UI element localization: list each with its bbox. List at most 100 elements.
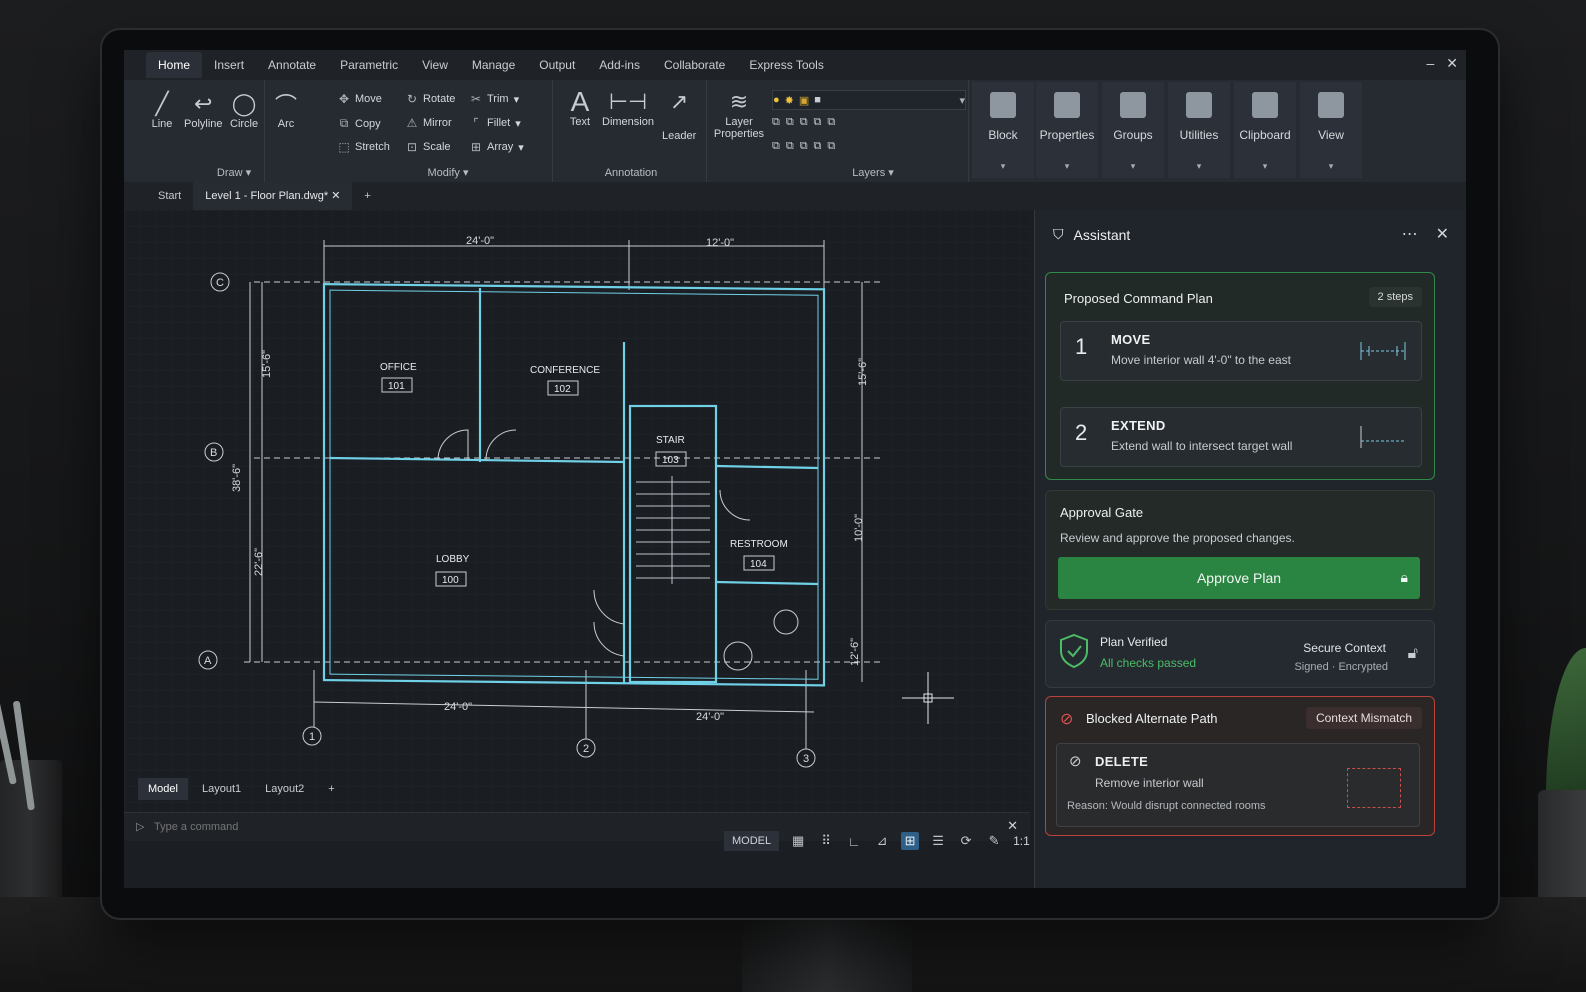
arc-tool[interactable]: ⌒ Arc [272, 90, 300, 130]
sun-icon: ✸ [784, 94, 794, 107]
tab-manage[interactable]: Manage [460, 52, 527, 78]
plan-step-1[interactable]: 1 MOVE Move interior wall 4'-0" to the e… [1060, 321, 1422, 381]
groups-button[interactable]: Groups ▾ [1102, 82, 1164, 178]
assistant-title: Assistant [1073, 226, 1131, 243]
scale-readout[interactable]: 1:1 [1013, 834, 1030, 848]
annotate-icon[interactable]: ✎ [985, 832, 1003, 850]
assistant-controls: ⋯ ✕ [1402, 224, 1449, 244]
tab-view[interactable]: View [410, 52, 460, 78]
grid-col-3: 3 [803, 753, 809, 765]
leader-tool[interactable]: ↗ Leader [662, 88, 696, 142]
plan-step-2[interactable]: 2 EXTEND Extend wall to intersect target… [1060, 407, 1422, 467]
block-button[interactable]: Block ▾ [972, 82, 1034, 178]
lineweight-icon[interactable]: ☰ [929, 832, 947, 850]
ribbon: ╱ Line ↩ Polyline ◯ Circle ⌒ Arc Draw ▾ … [124, 80, 1466, 183]
osnap-icon[interactable]: ⊞ [901, 832, 920, 850]
view-button[interactable]: View ▾ [1300, 82, 1362, 178]
polar-icon[interactable]: ⊿ [873, 832, 891, 850]
command-input[interactable] [152, 820, 556, 834]
stretch-tool[interactable]: ⬚ Stretch [338, 140, 390, 154]
mirror-icon: ⚠ [406, 116, 418, 130]
tab-start[interactable]: Start [146, 182, 193, 210]
draw-panel: ╱ Line ↩ Polyline ◯ Circle ⌒ Arc Draw ▾ [124, 80, 297, 182]
close-icon[interactable]: ✕ [1446, 55, 1458, 72]
tab-express-tools[interactable]: Express Tools [737, 52, 835, 78]
tab-add-ins[interactable]: Add-ins [587, 52, 652, 78]
grid-col-1: 1 [309, 731, 315, 743]
approve-plan-button[interactable]: Approve Plan 🔒︎ [1058, 557, 1420, 599]
rotate-tool[interactable]: ↻ Rotate [406, 92, 455, 106]
dim-bottom-2: 24'-0" [696, 711, 724, 723]
cycle-icon[interactable]: ⟳ [957, 832, 975, 850]
tab-parametric[interactable]: Parametric [328, 52, 410, 78]
plan-title: Proposed Command Plan [1064, 291, 1213, 306]
menu-bar: Home Insert Annotate Parametric View Man… [124, 50, 1466, 80]
dim-right-2: 10'-0" [853, 514, 865, 542]
ortho-icon[interactable]: ∟ [845, 832, 863, 850]
copy-tool[interactable]: ⧉ Copy [338, 116, 381, 131]
text-icon: A [570, 86, 590, 117]
scale-tool[interactable]: ⊡ Scale [406, 140, 451, 154]
tab-layout2[interactable]: Layout2 [255, 778, 314, 800]
properties-button[interactable]: Properties ▾ [1036, 82, 1098, 178]
clipboard-button[interactable]: Clipboard ▾ [1234, 82, 1296, 178]
layer-properties-tool[interactable]: ≋ Layer Properties [712, 88, 766, 140]
model-space-toggle[interactable]: MODEL [724, 831, 780, 851]
close-assistant-icon[interactable]: ✕ [1436, 224, 1449, 244]
minimize-icon[interactable]: – [1426, 55, 1434, 72]
polyline-tool[interactable]: ↩ Polyline [184, 90, 223, 130]
dimension-tool[interactable]: ⊢⊣ Dimension [602, 88, 654, 128]
room-number-conference: 102 [554, 384, 571, 395]
room-label-conference: CONFERENCE [530, 365, 600, 376]
utilities-button[interactable]: Utilities ▾ [1168, 82, 1230, 178]
modify-panel-title[interactable]: Modify ▾ [344, 166, 552, 179]
more-options-icon[interactable]: ⋯ [1402, 224, 1418, 244]
tab-collaborate[interactable]: Collaborate [652, 52, 737, 78]
room-number-restroom: 104 [750, 559, 767, 570]
blocked-command: ⊘ DELETE Remove interior wall Reason: Wo… [1056, 743, 1420, 827]
verified-shield-icon [1060, 633, 1088, 669]
approval-gate-card: Approval Gate Review and approve the pro… [1045, 490, 1435, 610]
drawing-canvas[interactable]: 24'-0" 12'-0" 24'-0" 24'-0" 15'-6" 38'-6… [124, 210, 1030, 812]
plan-verified-card: Plan Verified All checks passed Secure C… [1045, 620, 1435, 688]
layer-tools-row-2[interactable]: ⧉⧉⧉⧉⧉ [772, 140, 841, 153]
delete-wall-icon [1347, 768, 1401, 808]
array-tool[interactable]: ⊞ Array ▾ [470, 140, 524, 154]
layer-tools-row-1[interactable]: ⧉⧉⧉⧉⧉ [772, 116, 841, 129]
snap-icon[interactable]: ⠿ [817, 832, 835, 850]
layers-panel: ≋ Layer Properties ● ✸ ▣ ■ ▾ ⧉⧉⧉⧉⧉ ⧉⧉⧉⧉⧉… [708, 80, 969, 182]
move-tool[interactable]: ✥ Move [338, 92, 382, 106]
room-label-office: OFFICE [380, 362, 417, 373]
annotation-panel-title[interactable]: Annotation [556, 167, 706, 179]
tab-home[interactable]: Home [146, 52, 203, 78]
tab-annotate[interactable]: Annotate [256, 52, 328, 78]
tab-insert[interactable]: Insert [202, 52, 256, 78]
gate-description: Review and approve the proposed changes. [1060, 531, 1295, 545]
room-label-lobby: LOBBY [436, 554, 470, 565]
tab-layout1[interactable]: Layout1 [192, 778, 251, 800]
room-number-stair: 103 [662, 455, 679, 466]
layer-dropdown[interactable]: ● ✸ ▣ ■ ▾ [772, 90, 966, 110]
fillet-tool[interactable]: ⌜ Fillet ▾ [470, 116, 521, 130]
add-layout-button[interactable]: + [318, 778, 344, 800]
tab-model[interactable]: Model [138, 778, 188, 800]
close-tab-icon[interactable]: ✕ [331, 190, 340, 202]
prohibited-icon: ⊘ [1069, 753, 1082, 770]
trim-tool[interactable]: ✂ Trim ▾ [470, 92, 519, 106]
tab-floor-plan[interactable]: Level 1 - Floor Plan.dwg* ✕ [193, 182, 353, 210]
modify-panel: ✥ Move ↻ Rotate ✂ Trim ▾ ⧉ Copy ⚠ Mirror ⌜ Fil… [304, 80, 553, 182]
command-prompt-icon: ▷ [136, 821, 145, 833]
tab-output[interactable]: Output [527, 52, 587, 78]
grid-icon[interactable]: ▦ [789, 832, 807, 850]
verified-title: Plan Verified [1100, 635, 1168, 649]
text-tool[interactable]: A Text [566, 86, 594, 128]
draw-panel-title[interactable]: Draw ▾ [164, 166, 304, 179]
circle-tool[interactable]: ◯ Circle [230, 90, 258, 130]
circle-icon: ◯ [231, 91, 257, 116]
line-tool[interactable]: ╱ Line [148, 90, 176, 130]
layers-panel-title[interactable]: Layers ▾ [778, 166, 968, 179]
blocked-icon: ⊘ [1060, 711, 1074, 728]
new-tab-button[interactable]: + [352, 182, 382, 210]
mirror-tool[interactable]: ⚠ Mirror [406, 116, 452, 130]
assistant-panel: ⛉ Assistant ⋯ ✕ Proposed Command Plan 2 … [1034, 210, 1466, 888]
